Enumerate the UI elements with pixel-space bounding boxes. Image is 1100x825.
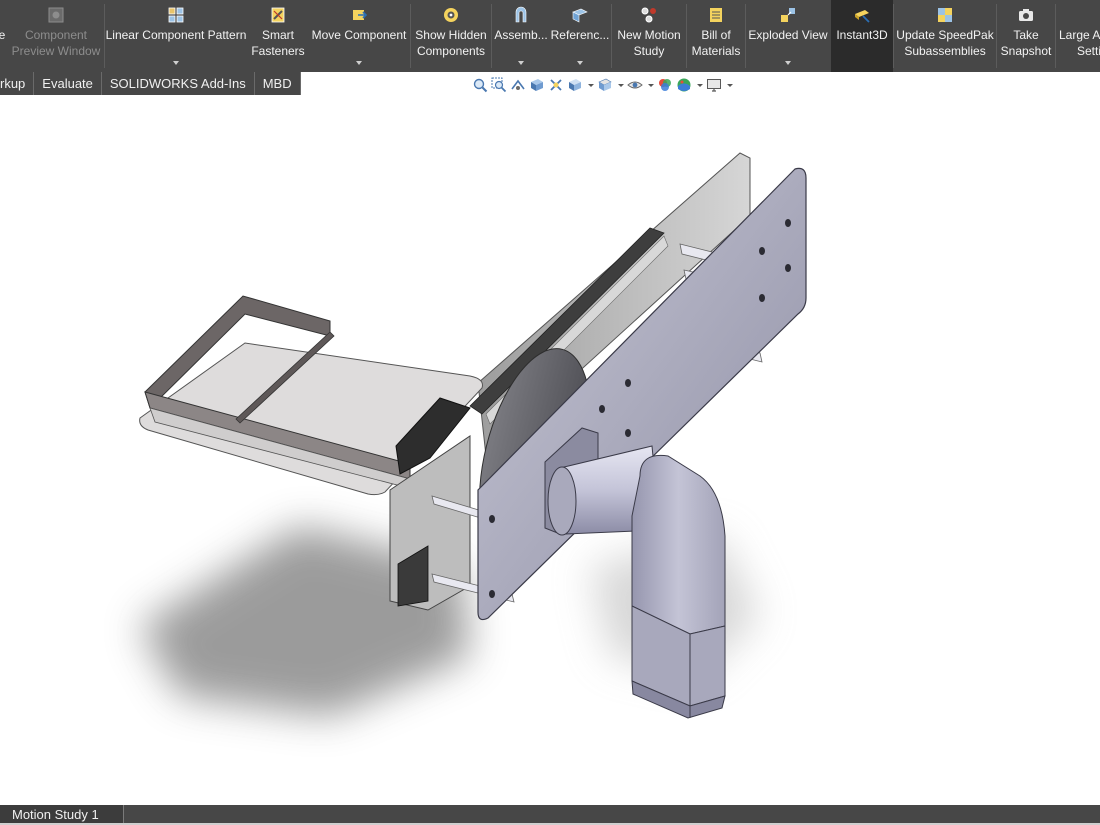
linear-pattern-label: Linear Component Pattern: [105, 28, 247, 42]
move-component-dropdown-arrow[interactable]: [356, 61, 362, 65]
graphics-area[interactable]: [0, 96, 1100, 805]
view-orientation-dropdown-arrow[interactable]: [588, 83, 594, 87]
hide-show-items-icon[interactable]: [627, 77, 643, 93]
heads-up-view-toolbar: [472, 76, 736, 94]
take-snapshot-button[interactable]: Take Snapshot: [997, 0, 1055, 72]
edit-appearance-icon[interactable]: [657, 77, 673, 93]
zoom-to-fit-icon[interactable]: [472, 77, 488, 93]
move-component-icon: [350, 6, 368, 24]
cylinder-end-cap: [547, 466, 577, 536]
assembly-features-button[interactable]: Assemb...: [492, 0, 550, 72]
reference-geometry-dropdown-arrow[interactable]: [577, 61, 583, 65]
previous-view-icon[interactable]: [510, 77, 526, 93]
tab-solidworks-add-ins[interactable]: SOLIDWORKS Add-Ins: [101, 72, 255, 95]
show-hidden-label-2: Components: [416, 44, 486, 58]
section-view-icon[interactable]: [529, 77, 545, 93]
exploded-view-button[interactable]: Exploded View: [746, 0, 830, 72]
reference-geometry-label: Referenc...: [550, 28, 610, 42]
camera-icon: [1017, 6, 1035, 24]
reference-geometry-button[interactable]: Referenc...: [550, 0, 610, 72]
show-hidden-components-button[interactable]: Show Hidden Components: [411, 0, 491, 72]
command-manager: e Component Preview Window Linear Compon…: [0, 0, 1100, 72]
partial-command-button[interactable]: e: [0, 0, 8, 72]
tab-mbd[interactable]: MBD: [254, 72, 301, 95]
assembly-model-render[interactable]: [0, 96, 1100, 805]
update-speedpak-button[interactable]: Update SpeedPak Subassemblies: [894, 0, 996, 72]
speedpak-icon: [936, 6, 954, 24]
command-manager-tabs: rkup Evaluate SOLIDWORKS Add-Ins MBD: [0, 72, 301, 95]
smart-fasteners-icon: [269, 6, 287, 24]
large-assembly-label-2: Setti: [1077, 44, 1100, 58]
tab-evaluate[interactable]: Evaluate: [34, 72, 102, 95]
assembly-features-icon: [512, 6, 530, 24]
view-orientation-icon[interactable]: [567, 77, 583, 93]
instant3d-label: Instant3D: [836, 28, 888, 42]
view-settings-icon[interactable]: [706, 77, 722, 93]
linear-pattern-icon: [167, 6, 185, 24]
bill-of-materials-button[interactable]: Bill of Materials: [687, 0, 745, 72]
exploded-view-icon: [779, 6, 797, 24]
exploded-view-dropdown-arrow[interactable]: [785, 61, 791, 65]
update-speedpak-label-2: Subassemblies: [904, 44, 986, 58]
move-component-label: Move Component: [311, 28, 407, 42]
smart-fasteners-label-1: Smart: [261, 28, 294, 42]
component-preview-window-button[interactable]: Component Preview Window: [8, 0, 104, 72]
bill-of-materials-icon: [707, 6, 725, 24]
smart-fasteners-button[interactable]: Smart Fasteners: [248, 0, 308, 72]
linear-component-pattern-button[interactable]: Linear Component Pattern: [105, 0, 247, 72]
show-hidden-icon: [442, 6, 460, 24]
reference-geometry-icon: [571, 6, 589, 24]
large-assembly-settings-button[interactable]: Large As Setti: [1056, 0, 1100, 72]
update-speedpak-label-1: Update SpeedPak: [896, 28, 994, 42]
large-assembly-label-1: Large As: [1059, 28, 1100, 42]
motion-study-tab-bar: Motion Study 1: [0, 805, 1100, 825]
view-settings-dropdown-arrow[interactable]: [727, 83, 733, 87]
take-snapshot-label-2: Snapshot: [1000, 44, 1052, 58]
linear-pattern-dropdown-arrow[interactable]: [173, 61, 179, 65]
motion-study-icon: [640, 6, 658, 24]
zoom-to-area-icon[interactable]: [491, 77, 507, 93]
hide-show-dropdown-arrow[interactable]: [648, 83, 654, 87]
component-preview-label-1: Component: [24, 28, 88, 42]
bill-of-materials-label-1: Bill of: [701, 28, 731, 42]
component-preview-icon: [47, 6, 65, 24]
display-style-icon[interactable]: [597, 77, 613, 93]
component-preview-label-2: Preview Window: [11, 44, 101, 58]
instant3d-icon: [853, 6, 871, 24]
move-component-button[interactable]: Move Component: [308, 0, 410, 72]
assembly-features-dropdown-arrow[interactable]: [518, 61, 524, 65]
dynamic-annotation-views-icon[interactable]: [548, 77, 564, 93]
tab-motion-study-1[interactable]: Motion Study 1: [0, 805, 124, 825]
show-hidden-label-1: Show Hidden: [415, 28, 487, 42]
right-angle-gearbox[interactable]: [631, 454, 726, 635]
assembly-features-label: Assemb...: [494, 28, 548, 42]
bill-of-materials-label-2: Materials: [691, 44, 741, 58]
partial-command-label: e: [0, 28, 6, 42]
take-snapshot-label-1: Take: [1013, 28, 1039, 42]
apply-scene-dropdown-arrow[interactable]: [697, 83, 703, 87]
new-motion-study-label-1: New Motion: [617, 28, 681, 42]
exploded-view-label: Exploded View: [748, 28, 828, 42]
apply-scene-icon[interactable]: [676, 77, 692, 93]
instant3d-button[interactable]: Instant3D: [831, 0, 893, 72]
tab-markup[interactable]: rkup: [0, 72, 35, 95]
smart-fasteners-label-2: Fasteners: [251, 44, 305, 58]
new-motion-study-label-2: Study: [633, 44, 665, 58]
new-motion-study-button[interactable]: New Motion Study: [612, 0, 686, 72]
display-style-dropdown-arrow[interactable]: [618, 83, 624, 87]
